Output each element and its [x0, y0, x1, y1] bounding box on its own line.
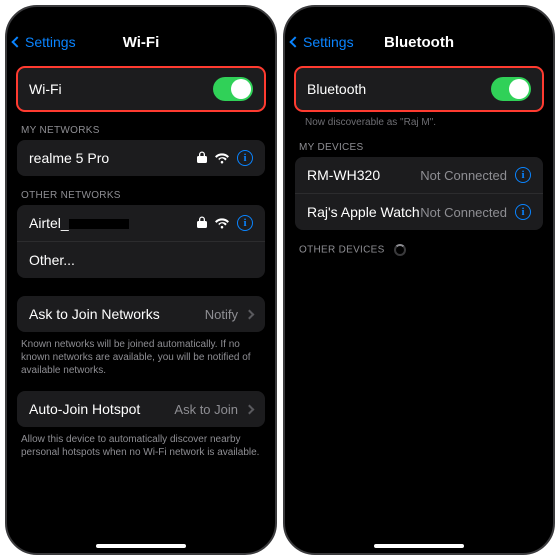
network-row[interactable]: Airtel_ i: [17, 205, 265, 241]
back-label: Settings: [303, 34, 354, 50]
auto-join-hotspot-row[interactable]: Auto-Join Hotspot Ask to Join: [17, 391, 265, 427]
hotspot-label: Auto-Join Hotspot: [29, 401, 140, 417]
ask-footnote: Known networks will be joined automatica…: [21, 338, 261, 377]
back-label: Settings: [25, 34, 76, 50]
discoverable-note: Now discoverable as "Raj M".: [305, 117, 539, 128]
my-devices-group: RM-WH320 Not Connected i Raj's Apple Wat…: [295, 157, 543, 230]
toggle-switch[interactable]: [213, 77, 253, 101]
other-networks-group: Airtel_ i Other...: [17, 205, 265, 278]
chevron-left-icon: [11, 36, 22, 47]
nav-bar: Settings Wi-Fi: [7, 27, 275, 57]
content: Wi-Fi MY NETWORKS realme 5 Pro i OTHER N…: [7, 57, 275, 553]
network-row[interactable]: realme 5 Pro i: [17, 140, 265, 176]
status-bar: [285, 7, 553, 27]
wifi-icon: [215, 218, 229, 229]
back-button[interactable]: Settings: [291, 34, 354, 50]
other-network-row[interactable]: Other...: [17, 241, 265, 278]
lock-icon: [197, 150, 207, 166]
home-indicator[interactable]: [96, 544, 186, 548]
chevron-right-icon: [245, 309, 255, 319]
info-icon[interactable]: i: [515, 167, 531, 183]
redacted: [69, 219, 129, 229]
spinner-icon: [394, 244, 406, 256]
bluetooth-toggle-row[interactable]: Bluetooth: [295, 67, 543, 111]
back-button[interactable]: Settings: [13, 34, 76, 50]
chevron-left-icon: [289, 36, 300, 47]
device-name: RM-WH320: [307, 167, 380, 183]
device-row[interactable]: RM-WH320 Not Connected i: [295, 157, 543, 193]
other-devices-header: OTHER DEVICES: [299, 244, 539, 256]
hotspot-value: Ask to Join: [174, 402, 238, 417]
wifi-toggle-row[interactable]: Wi-Fi: [17, 67, 265, 111]
lock-icon: [197, 215, 207, 231]
chevron-right-icon: [245, 404, 255, 414]
home-indicator[interactable]: [374, 544, 464, 548]
other-networks-header: OTHER NETWORKS: [21, 190, 261, 201]
ask-to-join-row[interactable]: Ask to Join Networks Notify: [17, 296, 265, 332]
content: Bluetooth Now discoverable as "Raj M". M…: [285, 57, 553, 553]
ask-label: Ask to Join Networks: [29, 306, 160, 322]
bluetooth-toggle-label: Bluetooth: [307, 81, 366, 97]
nav-bar: Settings Bluetooth: [285, 27, 553, 57]
phone-wifi: Settings Wi-Fi Wi-Fi MY NETWORKS realme …: [5, 5, 277, 555]
info-icon[interactable]: i: [237, 215, 253, 231]
my-networks-group: realme 5 Pro i: [17, 140, 265, 176]
network-name: Airtel_: [29, 215, 129, 231]
device-status: Not Connected: [420, 205, 507, 220]
ask-value: Notify: [205, 307, 238, 322]
my-networks-header: MY NETWORKS: [21, 125, 261, 136]
status-bar: [7, 7, 275, 27]
info-icon[interactable]: i: [515, 204, 531, 220]
wifi-icon: [215, 153, 229, 164]
phone-bluetooth: Settings Bluetooth Bluetooth Now discove…: [283, 5, 555, 555]
device-row[interactable]: Raj's Apple Watch Not Connected i: [295, 193, 543, 230]
other-label: Other...: [29, 252, 75, 268]
network-name: realme 5 Pro: [29, 150, 109, 166]
toggle-switch[interactable]: [491, 77, 531, 101]
hotspot-footnote: Allow this device to automatically disco…: [21, 433, 261, 459]
device-status: Not Connected: [420, 168, 507, 183]
my-devices-header: MY DEVICES: [299, 142, 539, 153]
device-name: Raj's Apple Watch: [307, 204, 420, 220]
info-icon[interactable]: i: [237, 150, 253, 166]
wifi-toggle-label: Wi-Fi: [29, 81, 62, 97]
